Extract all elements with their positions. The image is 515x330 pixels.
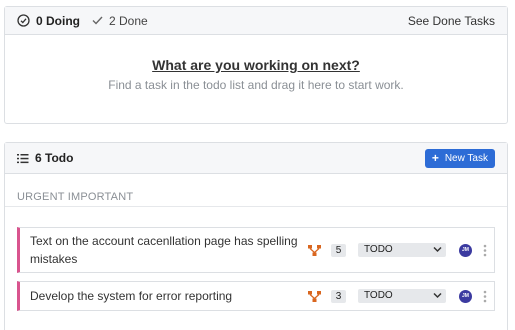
plus-icon: + (431, 151, 439, 165)
task-status-select[interactable]: TODO (358, 243, 446, 257)
more-options-icon[interactable] (483, 244, 487, 257)
todo-count: 6 Todo (35, 151, 74, 165)
assignee-avatar[interactable]: JM (459, 243, 472, 257)
task-card[interactable]: Develop the system for error reporting 3… (17, 281, 495, 311)
task-status-select[interactable]: TODO (358, 289, 446, 303)
task-estimate: 3 (331, 289, 346, 303)
dependency-icon[interactable] (308, 244, 321, 256)
done-count: 2 Done (109, 13, 148, 28)
empty-state-title: What are you working on next? (152, 57, 360, 73)
doing-stat: 0 Doing (17, 14, 80, 28)
new-task-label: New Task (444, 152, 488, 164)
task-name: Develop the system for error reporting (30, 289, 233, 303)
new-task-button[interactable]: + New Task (424, 148, 495, 168)
task-card[interactable]: Text on the account cacenllation page ha… (17, 227, 495, 273)
done-stat: 2 Done (92, 14, 148, 28)
see-done-tasks-link[interactable]: See Done Tasks (408, 14, 495, 28)
todo-title: 6 Todo (17, 151, 73, 165)
group-divider (5, 206, 507, 207)
chevron-down-icon (433, 292, 442, 299)
dependency-icon[interactable] (308, 290, 321, 302)
empty-state-subtitle: Find a task in the todo list and drag it… (108, 78, 404, 92)
more-options-icon[interactable] (483, 290, 487, 303)
doing-panel: 0 Doing 2 Done See Done Tasks What are y… (4, 6, 508, 124)
task-status-value: TODO (364, 290, 393, 301)
todo-panel: 6 Todo + New Task URGENT IMPORTANT Text … (4, 142, 508, 330)
doing-panel-header: 0 Doing 2 Done See Done Tasks (5, 7, 507, 35)
clock-check-icon (17, 14, 30, 27)
todo-panel-header: 6 Todo + New Task (5, 143, 507, 174)
task-status-value: TODO (364, 244, 393, 255)
list-icon (17, 153, 29, 163)
task-estimate: 5 (331, 243, 346, 257)
assignee-avatar[interactable]: JM (459, 289, 472, 303)
group-label: URGENT IMPORTANT (17, 191, 134, 203)
task-name: Text on the account cacenllation page ha… (30, 234, 298, 266)
doing-count: 0 Doing (36, 13, 80, 28)
chevron-down-icon (433, 246, 442, 253)
checkmark-icon (92, 16, 103, 25)
doing-empty-state: What are you working on next? Find a tas… (5, 35, 507, 92)
